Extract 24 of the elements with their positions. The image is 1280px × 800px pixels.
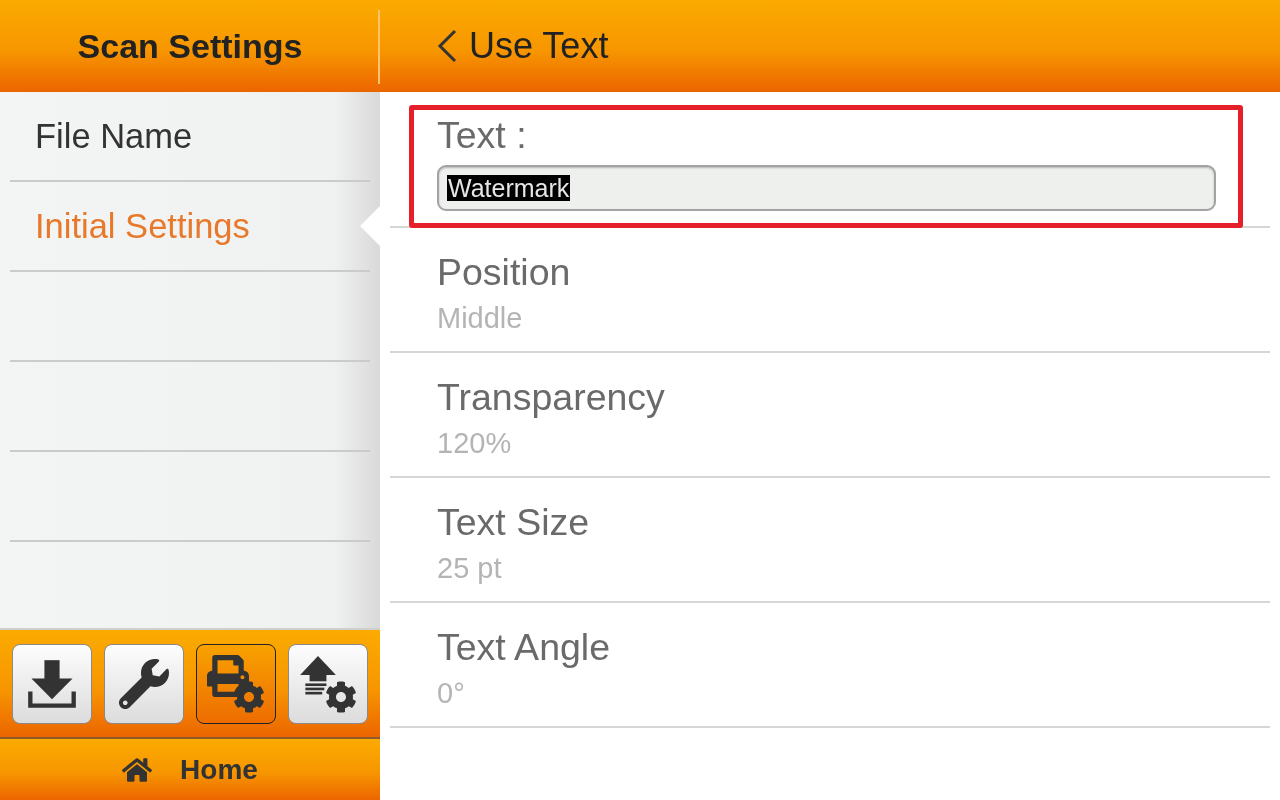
- field-label: Text :: [437, 115, 527, 155]
- upload-gear-icon: [299, 654, 357, 713]
- chevron-left-icon: [437, 29, 457, 63]
- upload-settings-button[interactable]: [288, 643, 368, 724]
- text-field[interactable]: Watermark: [437, 165, 1216, 211]
- setting-label[interactable]: Position: [437, 252, 571, 292]
- setting-value: Middle: [437, 303, 523, 333]
- panel-title: Scan Settings: [77, 26, 303, 66]
- tools-button[interactable]: [104, 643, 184, 724]
- setting-value: 0°: [437, 678, 465, 708]
- selected-text: Watermark: [447, 175, 571, 201]
- back-button[interactable]: Use Text: [433, 25, 613, 67]
- setting-label[interactable]: Transparency: [437, 377, 665, 417]
- scan-settings-button[interactable]: [196, 643, 276, 724]
- sidebar-item[interactable]: File Name: [10, 92, 370, 182]
- setting-value: 25 pt: [437, 553, 502, 583]
- setting-label[interactable]: Text Angle: [437, 627, 611, 667]
- setting-label[interactable]: Text Size: [437, 502, 590, 542]
- printer-gear-icon: [207, 654, 265, 713]
- download-button[interactable]: [12, 643, 92, 724]
- home-button[interactable]: Home: [0, 739, 380, 800]
- download-icon: [26, 657, 78, 710]
- wrench-icon: [119, 658, 169, 709]
- setting-value: 120%: [437, 428, 512, 458]
